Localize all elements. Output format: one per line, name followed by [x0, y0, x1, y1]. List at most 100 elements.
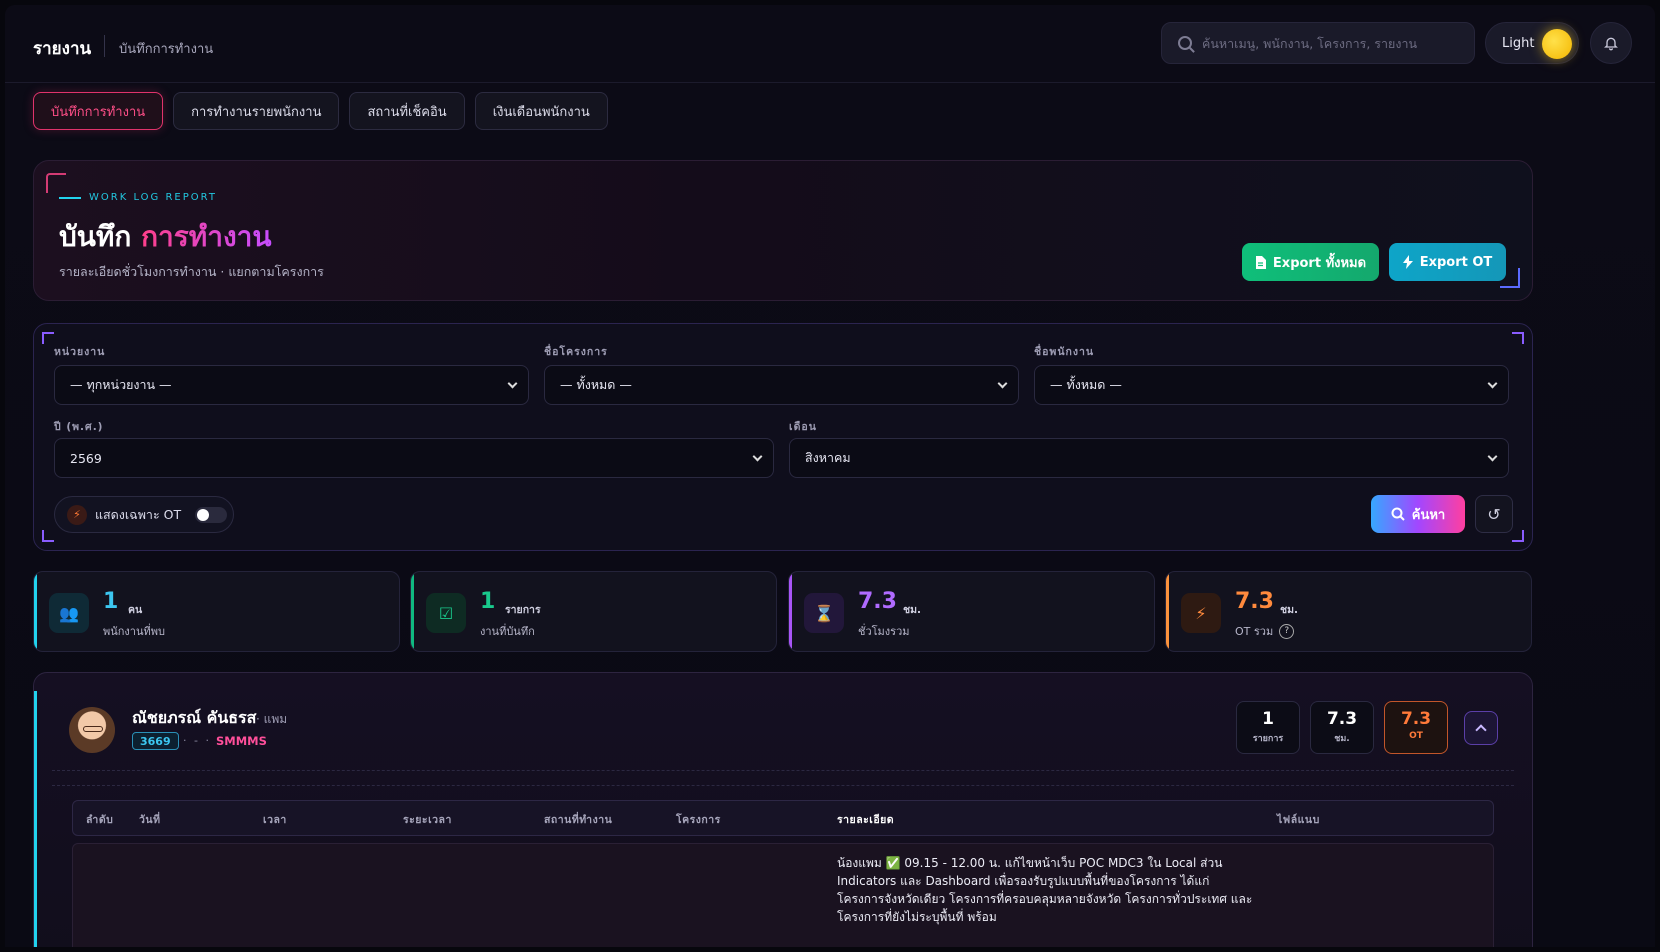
chevron-down-icon	[997, 378, 1008, 389]
stat-caption: พนักงานที่พบ	[103, 622, 165, 640]
avatar	[69, 707, 115, 753]
divider	[52, 770, 1514, 771]
stat-card-entries: ☑ 1 รายการ งานที่บันทึก	[410, 571, 777, 652]
stat-unit: คน	[128, 604, 143, 616]
hours-label: ชม.	[1334, 734, 1350, 744]
employee-hours-box: 7.3 ชม.	[1310, 701, 1374, 754]
title-divider	[104, 35, 105, 57]
month-label: เดือน	[789, 421, 817, 433]
tab-per-employee[interactable]: การทำงานรายพนักงาน	[173, 92, 340, 130]
employee-nickname: · แพม	[256, 712, 288, 726]
unit-select-value: — ทุกหน่วยงาน —	[70, 377, 172, 392]
export-ot-button[interactable]: Export OT	[1389, 243, 1506, 281]
hourglass-icon: ⌛	[804, 593, 844, 633]
project-select[interactable]: — ทั้งหมด —	[544, 365, 1019, 405]
stat-caption-text: งานที่บันทึก	[480, 625, 535, 638]
stat-value: 1	[103, 589, 119, 614]
ot-only-toggle[interactable]: ⚡ แสดงเฉพาะ OT	[54, 496, 234, 533]
stat-accent-bar	[789, 572, 792, 651]
search-button[interactable]: ค้นหา	[1371, 495, 1465, 533]
collapse-button[interactable]	[1464, 711, 1498, 745]
hero-banner: WORK LOG REPORT บันทึก การทำงาน รายละเอี…	[33, 160, 1533, 301]
employee-ot-box: 7.3 OT	[1384, 701, 1448, 754]
notifications-button[interactable]	[1590, 22, 1632, 64]
export-ot-label: Export OT	[1419, 254, 1493, 270]
employee-select-value: — ทั้งหมด —	[1050, 377, 1122, 392]
stat-caption-text: พนักงานที่พบ	[103, 625, 165, 638]
col-project: โครงการ	[676, 814, 721, 826]
year-select-value: 2569	[70, 450, 102, 466]
corner-decoration	[46, 173, 66, 193]
hero-subtitle: รายละเอียดชั่วโมงการทำงาน · แยกตามโครงกา…	[59, 264, 324, 279]
stat-accent-bar	[34, 572, 37, 651]
table-row[interactable]: น้องแพม ✅ 09.15 - 12.00 น. แก้ไขหน้าเว็บ…	[72, 843, 1494, 947]
breadcrumb: บันทึกการทำงาน	[119, 42, 214, 57]
tab-checkin-locations[interactable]: สถานที่เช็คอิน	[349, 92, 465, 130]
month-select[interactable]: สิงหาคม	[789, 438, 1509, 478]
year-select[interactable]: 2569	[54, 438, 774, 478]
tab-salary[interactable]: เงินเดือนพนักงาน	[474, 92, 608, 130]
search-input[interactable]	[1202, 35, 1462, 51]
ot-only-switch[interactable]	[195, 506, 228, 523]
col-attachment: ไฟล์แนบ	[1277, 814, 1320, 826]
export-all-button[interactable]: Export ทั้งหมด	[1242, 243, 1379, 281]
stat-caption: งานที่บันทึก	[480, 622, 535, 640]
app-window: รายงาน บันทึกการทำงาน Light บันทึกการทำง…	[5, 5, 1655, 947]
month-select-value: สิงหาคม	[805, 450, 851, 465]
employee-count-box: 1 รายการ	[1236, 701, 1300, 754]
eyebrow: WORK LOG REPORT	[59, 192, 217, 203]
top-bar: รายงาน บันทึกการทำงาน Light	[5, 5, 1655, 83]
tab-work-log[interactable]: บันทึกการทำงาน	[33, 92, 164, 130]
reset-button[interactable]: ↺	[1475, 495, 1513, 533]
corner-decoration	[42, 530, 54, 542]
chevron-down-icon	[752, 451, 763, 462]
checklist-icon: ☑	[426, 593, 466, 633]
stat-caption-text: ชั่วโมงรวม	[858, 625, 910, 638]
col-date: วันที่	[139, 814, 161, 826]
employee-select[interactable]: — ทั้งหมด —	[1034, 365, 1509, 405]
stat-accent-bar	[1166, 572, 1169, 651]
count-value: 1	[1262, 709, 1274, 729]
unit-select[interactable]: — ทุกหน่วยงาน —	[54, 365, 529, 405]
employee-accent-bar	[34, 691, 37, 947]
stat-unit: รายการ	[505, 604, 541, 616]
search-button-label: ค้นหา	[1411, 507, 1446, 523]
hours-value: 7.3	[1326, 709, 1358, 729]
col-time: เวลา	[263, 814, 287, 826]
col-index: ลำดับ	[86, 814, 114, 826]
stat-value: 7.3	[1235, 589, 1274, 614]
stat-card-employees: 👥 1 คน พนักงานที่พบ	[33, 571, 400, 652]
bolt-icon: ⚡	[1181, 593, 1221, 633]
bolt-icon: ⚡	[67, 504, 87, 525]
file-icon	[1255, 255, 1266, 269]
stat-value: 7.3	[858, 589, 897, 614]
employee-label: ชื่อพนักงาน	[1034, 346, 1095, 358]
corner-decoration	[1512, 332, 1524, 344]
stat-caption: ชั่วโมงรวม	[858, 622, 910, 640]
theme-label: Light	[1502, 35, 1535, 51]
employee-separator: · - ·	[183, 734, 211, 747]
global-search[interactable]	[1161, 22, 1475, 64]
stat-value: 1	[480, 589, 496, 614]
col-duration: ระยะเวลา	[403, 814, 452, 826]
help-icon[interactable]: ?	[1279, 623, 1295, 639]
row-detail: น้องแพม ✅ 09.15 - 12.00 น. แก้ไขหน้าเว็บ…	[837, 856, 1253, 924]
stat-caption: OT รวม ?	[1235, 622, 1295, 640]
theme-toggle[interactable]: Light	[1485, 22, 1579, 64]
eyebrow-text: WORK LOG REPORT	[89, 192, 217, 203]
stat-unit: ชม.	[903, 604, 922, 616]
ot-label: OT	[1409, 731, 1423, 741]
col-detail: รายละเอียด	[837, 814, 895, 826]
corner-decoration	[42, 332, 54, 344]
stat-card-hours: ⌛ 7.3 ชม. ชั่วโมงรวม	[788, 571, 1155, 652]
users-icon: 👥	[49, 593, 89, 633]
chevron-down-icon	[1487, 378, 1498, 389]
chevron-down-icon	[507, 378, 518, 389]
ot-only-label: แสดงเฉพาะ OT	[95, 506, 182, 522]
ot-value: 7.3	[1400, 709, 1432, 729]
hero-title-accent: การทำงาน	[141, 220, 272, 253]
hero-title-main: บันทึก	[59, 220, 132, 253]
chevron-down-icon	[1487, 451, 1498, 462]
year-label: ปี (พ.ศ.)	[54, 421, 104, 433]
stat-unit: ชม.	[1280, 604, 1299, 616]
